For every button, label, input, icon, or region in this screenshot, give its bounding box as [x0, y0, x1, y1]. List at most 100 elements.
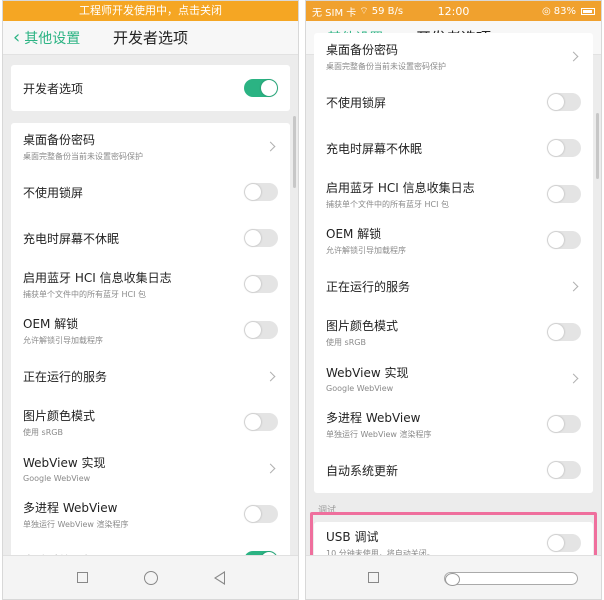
row-subtitle: 单独运行 WebView 渲染程序 [326, 429, 432, 439]
row-subtitle: 使用 sRGB [326, 337, 366, 347]
battery-percent: 83% [553, 5, 576, 17]
gesture-handle-icon[interactable] [444, 572, 578, 586]
recents-icon[interactable] [368, 572, 379, 583]
row-title: 图片颜色模式 [23, 408, 96, 423]
row-subtitle: 捕获单个文件中的所有蓝牙 HCI 包 [326, 199, 450, 209]
row-title: 自动系统更新 [326, 463, 399, 478]
engineer-mode-banner[interactable]: 工程师开发使用中，点击关闭 [3, 1, 298, 21]
settings-content: 开发者选项 桌面备份密码桌面完整备份当前未设置密码保护不使用锁屏充电时屏幕不休眠… [11, 65, 290, 583]
back-label: 其他设置 [24, 30, 81, 47]
settings-row[interactable]: 启用蓝牙 HCI 信息收集日志捕获单个文件中的所有蓝牙 HCI 包 [11, 261, 290, 307]
switch-toggle[interactable] [547, 93, 581, 111]
chevron-right-icon [568, 281, 579, 291]
switch-toggle[interactable] [547, 461, 581, 479]
chevron-right-icon [265, 371, 276, 381]
switch-toggle[interactable] [547, 231, 581, 249]
settings-content: 桌面备份密码桌面完整备份当前未设置密码保护不使用锁屏充电时屏幕不休眠启用蓝牙 H… [314, 33, 593, 564]
settings-row[interactable]: 图片颜色模式使用 sRGB [11, 399, 290, 445]
row-title: 多进程 WebView [326, 410, 421, 425]
settings-row[interactable]: 多进程 WebView 单独运行 WebView 渲染程序 [11, 491, 290, 537]
network-speed: 59 B/s [371, 5, 404, 17]
scrollbar[interactable] [293, 116, 296, 188]
switch-toggle[interactable] [244, 229, 278, 247]
gesture-navigation-bar [306, 555, 601, 599]
row-subtitle: 允许解锁引导加载程序 [326, 245, 406, 255]
row-subtitle: 捕获单个文件中的所有蓝牙 HCI 包 [23, 289, 147, 299]
settings-row[interactable]: 不使用锁屏 [11, 169, 290, 215]
settings-row[interactable]: 正在运行的服务 [11, 353, 290, 399]
row-subtitle: 桌面完整备份当前未设置密码保护 [23, 151, 143, 161]
settings-row[interactable]: WebView 实现 Google WebView [314, 355, 593, 401]
settings-row[interactable]: 充电时屏幕不休眠 [11, 215, 290, 261]
row-title: 不使用锁屏 [23, 185, 84, 200]
developer-toggle-card: 开发者选项 [11, 65, 290, 111]
row-title: WebView 实现 [326, 365, 409, 380]
chevron-right-icon [568, 51, 579, 61]
settings-row[interactable]: 桌面备份密码桌面完整备份当前未设置密码保护 [11, 123, 290, 169]
settings-row[interactable]: 桌面备份密码桌面完整备份当前未设置密码保护 [314, 33, 593, 79]
switch-toggle[interactable] [547, 323, 581, 341]
settings-row[interactable]: 自动系统更新 [314, 447, 593, 493]
row-title: 正在运行的服务 [23, 369, 108, 384]
row-title: OEM 解锁 [326, 226, 382, 241]
settings-list: 桌面备份密码桌面完整备份当前未设置密码保护不使用锁屏充电时屏幕不休眠启用蓝牙 H… [314, 33, 593, 493]
row-title: 桌面备份密码 [23, 132, 96, 147]
row-title: WebView 实现 [23, 455, 106, 470]
row-title: 启用蓝牙 HCI 信息收集日志 [326, 180, 475, 195]
row-title: 图片颜色模式 [326, 318, 399, 333]
row-subtitle: 允许解锁引导加载程序 [23, 335, 103, 345]
settings-list: 桌面备份密码桌面完整备份当前未设置密码保护不使用锁屏充电时屏幕不休眠启用蓝牙 H… [11, 123, 290, 583]
settings-row[interactable]: 图片颜色模式使用 sRGB [314, 309, 593, 355]
navigation-bar [3, 555, 298, 599]
home-icon[interactable] [143, 570, 158, 585]
row-title: OEM 解锁 [23, 316, 79, 331]
settings-row[interactable]: WebView 实现 Google WebView [11, 445, 290, 491]
chevron-right-icon [265, 141, 276, 151]
switch-toggle[interactable] [547, 415, 581, 433]
settings-row[interactable]: OEM 解锁允许解锁引导加载程序 [314, 217, 593, 263]
carrier-text: 无 SIM 卡 [312, 7, 357, 19]
settings-row[interactable]: 多进程 WebView 单独运行 WebView 渲染程序 [314, 401, 593, 447]
switch-toggle[interactable] [244, 275, 278, 293]
chevron-left-icon: ‹ [13, 26, 21, 48]
row-title: 充电时屏幕不休眠 [23, 231, 120, 246]
row-subtitle: Google WebView [23, 473, 91, 483]
settings-row[interactable]: OEM 解锁允许解锁引导加载程序 [11, 307, 290, 353]
settings-row[interactable]: 充电时屏幕不休眠 [314, 125, 593, 171]
alarm-icon: ◎ [542, 5, 551, 17]
phone-screen-right: 无 SIM 卡 ⌔ 59 B/s 12:00 ◎ 83% ‹ 其他设置 开发者选… [305, 0, 602, 600]
row-title: 多进程 WebView [23, 500, 118, 515]
scrollbar[interactable] [596, 113, 599, 179]
back-button[interactable]: ‹ 其他设置 [13, 28, 80, 48]
clock: 12:00 [437, 4, 470, 18]
phone-screen-left: 工程师开发使用中，点击关闭 ‹ 其他设置 开发者选项 开发者选项 桌面备份密码桌… [2, 0, 299, 600]
highlight-box [310, 512, 597, 559]
switch-toggle[interactable] [244, 183, 278, 201]
switch-toggle[interactable] [244, 321, 278, 339]
row-title: 充电时屏幕不休眠 [326, 141, 423, 156]
row-title: 正在运行的服务 [326, 279, 411, 294]
wifi-icon: ⌔ [359, 5, 369, 17]
row-title: 不使用锁屏 [326, 95, 387, 110]
row-subtitle: 使用 sRGB [23, 427, 63, 437]
row-title: 开发者选项 [23, 81, 84, 96]
row-subtitle: Google WebView [326, 383, 394, 393]
row-title: 启用蓝牙 HCI 信息收集日志 [23, 270, 172, 285]
battery-icon [580, 7, 595, 15]
settings-row[interactable]: 不使用锁屏 [314, 79, 593, 125]
chevron-right-icon [265, 463, 276, 473]
row-subtitle: 单独运行 WebView 渲染程序 [23, 519, 129, 529]
back-triangle-icon[interactable] [213, 570, 225, 585]
switch-toggle[interactable] [547, 185, 581, 203]
chevron-right-icon [568, 373, 579, 383]
row-subtitle: 桌面完整备份当前未设置密码保护 [326, 61, 446, 71]
switch-toggle[interactable] [244, 505, 278, 523]
row-title: 桌面备份密码 [326, 42, 399, 57]
switch-toggle[interactable] [547, 139, 581, 157]
recents-icon[interactable] [76, 572, 88, 583]
developer-options-row[interactable]: 开发者选项 [11, 65, 290, 111]
settings-row[interactable]: 正在运行的服务 [314, 263, 593, 309]
switch-toggle[interactable] [244, 413, 278, 431]
settings-row[interactable]: 启用蓝牙 HCI 信息收集日志捕获单个文件中的所有蓝牙 HCI 包 [314, 171, 593, 217]
developer-options-toggle[interactable] [244, 79, 278, 97]
